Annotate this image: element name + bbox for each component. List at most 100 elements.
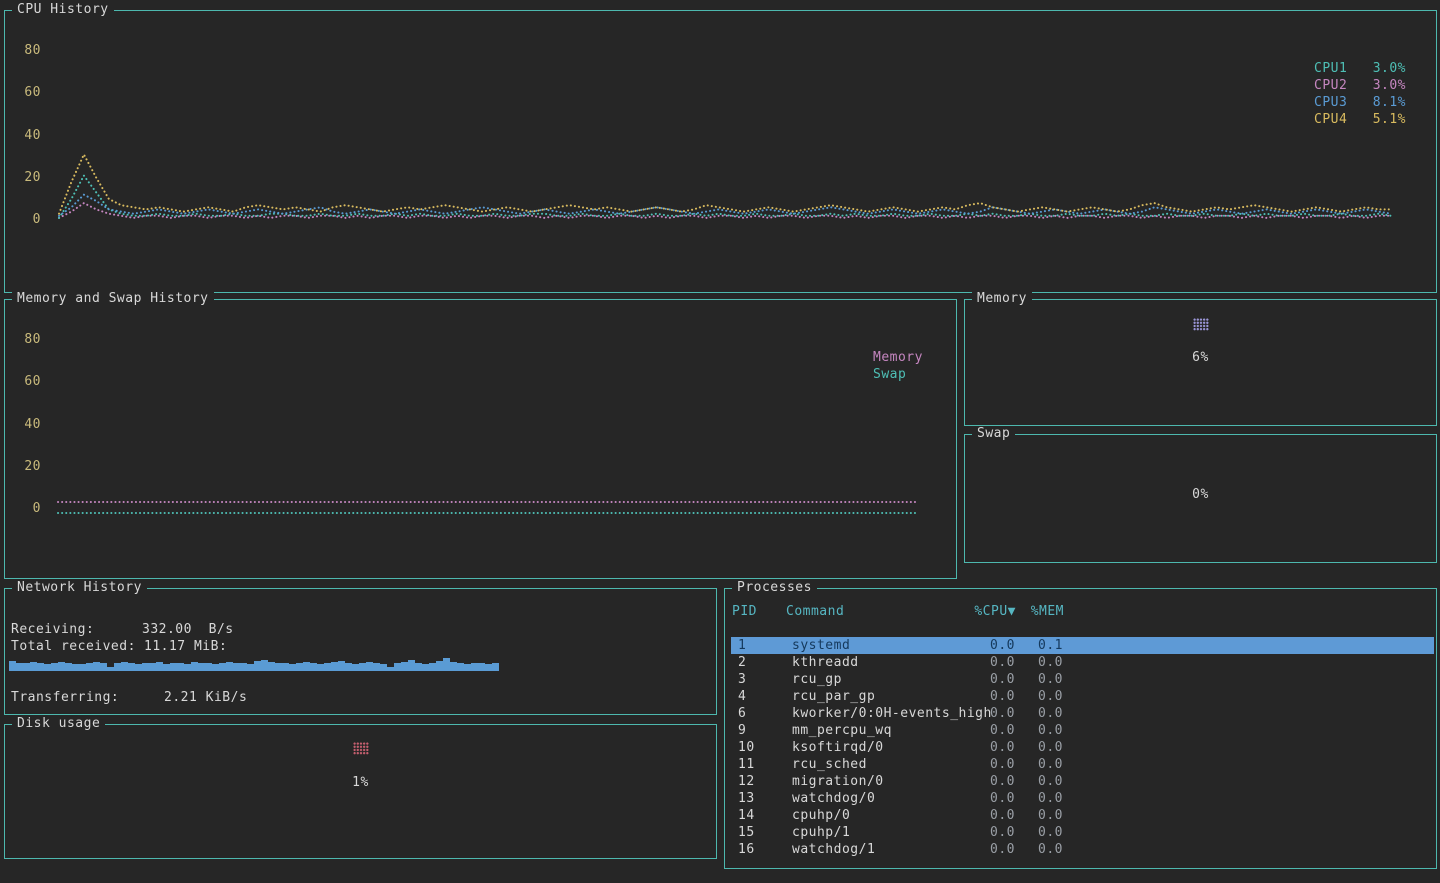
legend-value: 5.1% — [1373, 111, 1406, 128]
legend-item: Swap — [873, 366, 965, 383]
network-history-panel: Network History Receiving: 332.00 B/s To… — [4, 588, 717, 715]
cell-mem: 0.0 — [1015, 671, 1063, 688]
cell-command: ksoftirqd/0 — [785, 739, 965, 756]
table-row[interactable]: 4rcu_par_gp0.00.0 — [731, 688, 1434, 705]
cell-mem: 0.0 — [1015, 654, 1063, 671]
cell-command: migration/0 — [785, 773, 965, 790]
cell-mem: 0.0 — [1015, 722, 1063, 739]
table-row[interactable]: 11rcu_sched0.00.0 — [731, 756, 1434, 773]
y-axis-tick: 20 — [5, 170, 41, 186]
memory-panel: Memory 6% — [964, 299, 1437, 426]
legend-label: Memory — [873, 349, 923, 366]
cell-mem: 0.0 — [1015, 688, 1063, 705]
cell-spacer — [1063, 654, 1434, 671]
cell-spacer — [1063, 773, 1434, 790]
legend-value: 3.0% — [1373, 77, 1406, 94]
cell-cpu: 0.0 — [965, 773, 1015, 790]
table-row[interactable]: 3rcu_gp0.00.0 — [731, 671, 1434, 688]
cell-command: systemd — [785, 637, 965, 654]
legend-item: CPU23.0% — [1314, 77, 1406, 94]
cell-pid: 6 — [731, 705, 785, 722]
cell-pid: 10 — [731, 739, 785, 756]
table-row[interactable]: 13watchdog/00.00.0 — [731, 790, 1434, 807]
panel-title: Swap — [972, 426, 1015, 442]
cell-cpu: 0.0 — [965, 807, 1015, 824]
cell-spacer — [1063, 739, 1434, 756]
cell-command: rcu_sched — [785, 756, 965, 773]
process-table-header: PID Command %CPU▼ %MEM — [732, 603, 1434, 620]
cell-spacer — [1063, 722, 1434, 739]
cell-pid: 11 — [731, 756, 785, 773]
column-header-mem[interactable]: %MEM — [1016, 603, 1064, 620]
cell-pid: 3 — [731, 671, 785, 688]
cell-mem: 0.1 — [1015, 637, 1063, 654]
panel-title: Memory — [972, 291, 1032, 307]
cpu-history-panel: CPU History 806040200 CPU13.0%CPU23.0%CP… — [4, 10, 1437, 293]
memory-swap-history-panel: Memory and Swap History 806040200 Memory… — [4, 299, 957, 579]
table-row[interactable]: 1systemd0.00.1 — [731, 637, 1434, 654]
cell-spacer — [1063, 705, 1434, 722]
column-header-cpu[interactable]: %CPU▼ — [966, 603, 1016, 620]
y-axis-tick: 80 — [5, 332, 41, 348]
swap-percent: 0% — [965, 486, 1436, 503]
table-row[interactable]: 9mm_percpu_wq0.00.0 — [731, 722, 1434, 739]
panel-title: Disk usage — [12, 716, 105, 732]
column-header-spacer — [1064, 603, 1434, 620]
cell-pid: 13 — [731, 790, 785, 807]
cell-pid: 4 — [731, 688, 785, 705]
disk-percent: 1% — [5, 774, 716, 791]
cell-cpu: 0.0 — [965, 654, 1015, 671]
legend-label: CPU1 — [1314, 60, 1347, 77]
cell-command: rcu_gp — [785, 671, 965, 688]
legend-value: 8.1% — [1373, 94, 1406, 111]
table-row[interactable]: 15cpuhp/10.00.0 — [731, 824, 1434, 841]
column-header-command[interactable]: Command — [786, 603, 966, 620]
cell-cpu: 0.0 — [965, 824, 1015, 841]
cell-pid: 9 — [731, 722, 785, 739]
table-row[interactable]: 12migration/00.00.0 — [731, 773, 1434, 790]
disk-usage-panel: Disk usage 1% — [4, 724, 717, 859]
cell-command: watchdog/0 — [785, 790, 965, 807]
cell-pid: 16 — [731, 841, 785, 858]
y-axis-tick: 60 — [5, 374, 41, 390]
cell-command: watchdog/1 — [785, 841, 965, 858]
table-row[interactable]: 16watchdog/10.00.0 — [731, 841, 1434, 858]
column-header-pid[interactable]: PID — [732, 603, 786, 620]
cell-spacer — [1063, 790, 1434, 807]
series-cpu4 — [59, 155, 1391, 214]
memory-percent: 6% — [965, 349, 1436, 366]
processes-panel: Processes PID Command %CPU▼ %MEM 1system… — [724, 588, 1437, 869]
cell-spacer — [1063, 671, 1434, 688]
table-row[interactable]: 10ksoftirqd/00.00.0 — [731, 739, 1434, 756]
cell-cpu: 0.0 — [965, 841, 1015, 858]
cell-mem: 0.0 — [1015, 705, 1063, 722]
cell-cpu: 0.0 — [965, 756, 1015, 773]
table-row[interactable]: 6kworker/0:0H-events_high0.00.0 — [731, 705, 1434, 722]
cell-cpu: 0.0 — [965, 688, 1015, 705]
memory-swap-legend: MemorySwap — [873, 349, 965, 383]
disk-pie-icon — [353, 742, 369, 755]
legend-item: Memory — [873, 349, 965, 366]
cell-command: kthreadd — [785, 654, 965, 671]
cell-mem: 0.0 — [1015, 739, 1063, 756]
memory-pie-icon — [1193, 318, 1209, 331]
table-row[interactable]: 14cpuhp/00.00.0 — [731, 807, 1434, 824]
cell-mem: 0.0 — [1015, 807, 1063, 824]
cell-command: mm_percpu_wq — [785, 722, 965, 739]
cell-pid: 14 — [731, 807, 785, 824]
cell-mem: 0.0 — [1015, 756, 1063, 773]
cell-spacer — [1063, 688, 1434, 705]
cpu-legend: CPU13.0%CPU23.0%CPU38.1%CPU45.1% — [1314, 60, 1406, 128]
cell-cpu: 0.0 — [965, 637, 1015, 654]
cell-spacer — [1063, 841, 1434, 858]
cell-mem: 0.0 — [1015, 773, 1063, 790]
table-row[interactable]: 2kthreadd0.00.0 — [731, 654, 1434, 671]
cell-cpu: 0.0 — [965, 671, 1015, 688]
process-table: 1systemd0.00.12kthreadd0.00.03rcu_gp0.00… — [731, 637, 1434, 858]
cell-command: kworker/0:0H-events_high — [785, 705, 965, 722]
legend-label: Swap — [873, 366, 906, 383]
cell-cpu: 0.0 — [965, 739, 1015, 756]
cell-spacer — [1063, 824, 1434, 841]
cell-mem: 0.0 — [1015, 790, 1063, 807]
series-cpu3 — [59, 195, 1391, 216]
